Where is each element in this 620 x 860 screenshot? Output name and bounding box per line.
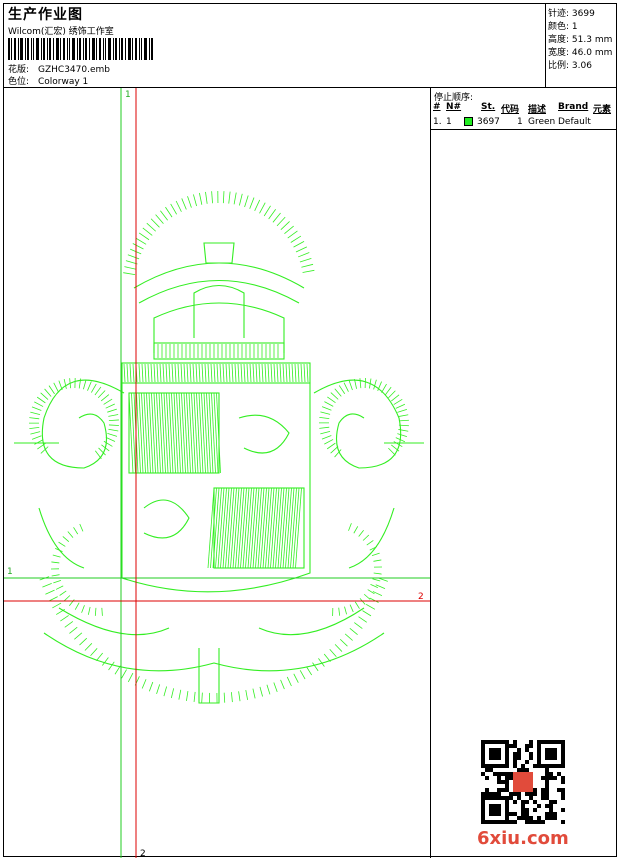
row-description: Green — [528, 117, 556, 127]
colorway-value: Colorway 1 — [38, 77, 89, 87]
sheet-title: 生产作业图 — [8, 7, 83, 23]
row-stitches: 3697 — [477, 117, 500, 127]
qr-code-icon — [481, 740, 565, 824]
stat-ratio: 比例: 3.06 — [548, 61, 592, 71]
seal-icon — [513, 772, 533, 792]
embroidery-design — [14, 242, 424, 704]
green-guide-h-label: 1 — [7, 567, 13, 577]
stat-colors: 颜色: 1 — [548, 22, 578, 32]
col-code: 代码 — [501, 105, 520, 115]
red-guide-v-label: 2 — [140, 849, 146, 858]
colorway-row: 色位: Colorway 1 — [8, 74, 88, 87]
worksheet-frame: 生产作业图 Wilcom(汇宏) 绣饰工作室 花版: GZHC3470.emb … — [3, 3, 617, 858]
embroidery-preview: 1 1 2 2 — [4, 88, 430, 858]
table-divider — [431, 129, 616, 130]
watermark-text: 6xiu.com — [477, 828, 569, 849]
col-stitches: St. — [481, 102, 496, 112]
col-description: 描述 — [528, 105, 547, 115]
col-number: N# — [446, 102, 462, 112]
stat-stitches: 针迹: 3699 — [548, 9, 595, 19]
thread-color-swatch — [464, 117, 473, 126]
col-element: 元素 — [593, 105, 612, 115]
stitch-hatching — [28, 191, 409, 703]
stat-height: 高度: 51.3 mm — [548, 35, 613, 45]
row-code: 1 — [517, 117, 523, 127]
studio-name: Wilcom(汇宏) 绣饰工作室 — [8, 27, 114, 37]
stat-width: 宽度: 46.0 mm — [548, 48, 613, 58]
stop-sequence-panel: 停止顺序: # N# St. 代码 描述 Brand 元素 1. 1 3697 … — [431, 88, 616, 858]
red-guide-h-label: 2 — [418, 592, 424, 602]
row-number: 1 — [446, 117, 452, 127]
design-canvas: 1 1 2 2 — [4, 88, 431, 858]
row-brand: Default — [558, 117, 591, 127]
stats-panel: 针迹: 3699 颜色: 1 高度: 51.3 mm 宽度: 46.0 mm 比… — [546, 4, 616, 88]
row-index: 1. — [433, 117, 442, 127]
green-guide-v-label: 1 — [125, 90, 131, 100]
col-index: # — [433, 102, 441, 112]
colorway-label: 色位: — [8, 77, 30, 87]
barcode-icon — [8, 38, 153, 60]
col-brand: Brand — [558, 102, 589, 112]
header-panel: 生产作业图 Wilcom(汇宏) 绣饰工作室 花版: GZHC3470.emb … — [4, 4, 546, 88]
